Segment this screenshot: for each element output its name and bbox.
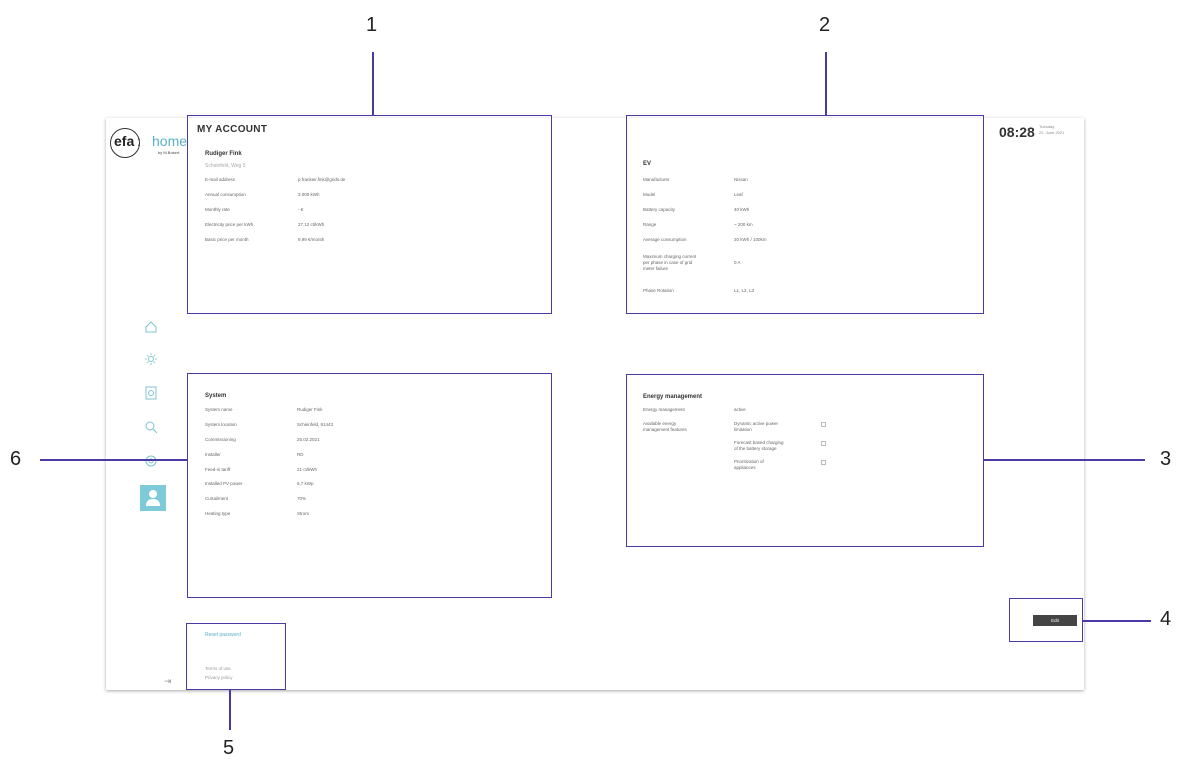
callout-number-4: 4: [1160, 608, 1172, 630]
home-icon[interactable]: [142, 320, 160, 338]
leader-line-3: [984, 459, 1145, 461]
logo-home: home: [152, 133, 188, 149]
clock-date: Tuesday, 22. June 2021: [1039, 124, 1064, 136]
clock-date-text: 22. June 2021: [1039, 130, 1065, 135]
leader-line-1: [372, 52, 374, 115]
callout-box-2: [626, 115, 984, 314]
logout-icon[interactable]: ⇥: [164, 676, 172, 687]
callout-box-6: [187, 373, 552, 598]
callout-box-4: [1009, 598, 1083, 642]
user-icon: [146, 490, 160, 506]
clock-time: 08:28: [999, 124, 1035, 140]
leader-line-4: [1083, 620, 1151, 622]
leader-line-6: [40, 459, 187, 461]
report-icon[interactable]: [142, 386, 160, 404]
settings-icon[interactable]: [142, 454, 160, 472]
callout-box-1: [187, 115, 552, 314]
leader-line-2: [825, 52, 827, 115]
callout-number-2: 2: [819, 14, 831, 36]
efa-home-logo: efa : home by M.Bokert: [110, 128, 190, 158]
account-icon-active[interactable]: [140, 485, 166, 511]
logo-efa: efa: [114, 133, 135, 149]
callout-number-3: 3: [1160, 448, 1172, 470]
leader-line-5: [229, 690, 231, 730]
callout-number-1: 1: [366, 14, 378, 36]
logo-colon: :: [137, 133, 141, 149]
logo-by: by M.Bokert: [158, 150, 180, 155]
callout-box-3: [626, 374, 984, 547]
callout-number-5: 5: [223, 737, 235, 759]
callout-number-6: 6: [10, 448, 22, 470]
callout-box-5: [186, 623, 286, 690]
analysis-icon[interactable]: [142, 420, 160, 438]
sun-icon[interactable]: [142, 352, 160, 370]
